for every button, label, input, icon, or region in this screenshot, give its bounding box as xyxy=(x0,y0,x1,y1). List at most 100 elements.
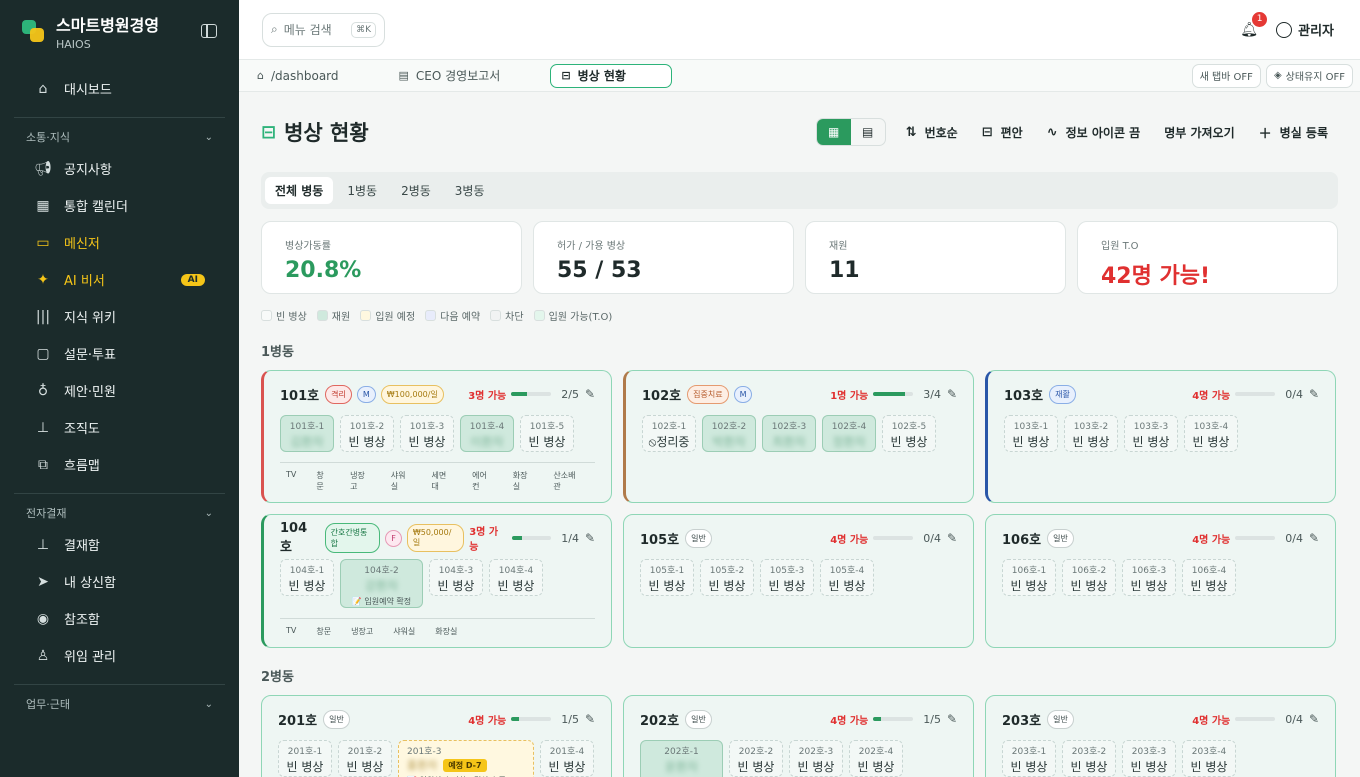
edit-pencil-icon[interactable]: ✎ xyxy=(1309,531,1319,545)
bed-list: 102호-1 ⦸정리중 102호-2 박환자 102호-3 최환자 102호-4 정환자 102… xyxy=(642,415,957,452)
ward-tab-1[interactable]: 1병동 xyxy=(337,177,387,204)
ward-tab-2[interactable]: 2병동 xyxy=(391,177,441,204)
legend-label: 재원 xyxy=(331,312,351,323)
bed-slot[interactable]: 104호-3 빈 병상 xyxy=(429,559,483,596)
bed-slot[interactable]: 202호-4 빈 병상 xyxy=(849,740,903,777)
import-roster-button[interactable]: 명부 가져오기 xyxy=(1154,116,1244,148)
sidebar-item-delegation[interactable]: ♙ 위임 관리 xyxy=(0,637,239,674)
bed-slot[interactable]: 106호-4 빈 병상 xyxy=(1182,559,1236,596)
room-card[interactable]: 104호 간호간병통합 F ₩50,000/일 3명 가능 1/4 ✎ 104호-1 빈 병상 1… xyxy=(261,514,612,648)
room-card[interactable]: 201호 일반 4명 가능 1/5 ✎ 201호-1 빈 병상 201호-2 빈 병상 201호-… xyxy=(261,695,612,777)
room-card[interactable]: 105호 일반 4명 가능 0/4 ✎ 105호-1 빈 병상 105호-2 빈 병상 105호-… xyxy=(623,514,974,648)
edit-pencil-icon[interactable]: ✎ xyxy=(585,531,595,545)
user-menu[interactable]: 관리자 xyxy=(1276,20,1334,39)
room-tag: 일반 xyxy=(1047,528,1074,548)
bed-slot[interactable]: 201호-3홍환자예정 D-7📝 입원상담 전환 · 김상담 중... xyxy=(398,740,534,777)
sidebar-item-approval-box[interactable]: ⊥ 결재함 xyxy=(0,526,239,563)
tab-label: CEO 경영보고서 xyxy=(415,69,501,83)
tab-bed-status[interactable]: ⊟ 병상 현황 xyxy=(550,63,673,88)
sidebar-item-calendar[interactable]: ▦ 통합 캘린더 xyxy=(0,187,239,224)
bed-slot[interactable]: 101호-1 김환자 xyxy=(280,415,334,452)
bed-slot[interactable]: 105호-4 빈 병상 xyxy=(820,559,874,596)
bed-slot[interactable]: 101호-3 빈 병상 xyxy=(400,415,454,452)
edit-pencil-icon[interactable]: ✎ xyxy=(947,387,957,401)
bed-slot[interactable]: 101호-2 빈 병상 xyxy=(340,415,394,452)
sidebar-item-messenger[interactable]: ▭ 메신저 xyxy=(0,224,239,261)
edit-pencil-icon[interactable]: ✎ xyxy=(1309,712,1319,726)
edit-pencil-icon[interactable]: ✎ xyxy=(947,712,957,726)
edit-pencil-icon[interactable]: ✎ xyxy=(585,387,595,401)
bed-slot[interactable]: 101호-4 이환자 xyxy=(460,415,514,452)
bed-slot[interactable]: 104호-1 빈 병상 xyxy=(280,559,334,596)
bed-slot[interactable]: 103호-2 빈 병상 xyxy=(1064,415,1118,452)
bed-slot[interactable]: 203호-1 빈 병상 xyxy=(1002,740,1056,777)
room-card[interactable]: 203호 일반 4명 가능 0/4 ✎ 203호-1 빈 병상 203호-2 빈 병상 203호-… xyxy=(985,695,1336,777)
sidebar-item-org-chart[interactable]: ⊥ 조직도 xyxy=(0,409,239,446)
sidebar-item-flow-map[interactable]: ⧉ 흐름맵 xyxy=(0,446,239,483)
room-card[interactable]: 202호일반4명 가능1/5✎202호-1윤환자📝 입원상담 전환202호-2빈… xyxy=(623,695,974,777)
bed-slot[interactable]: 203호-4 빈 병상 xyxy=(1182,740,1236,777)
room-header: 105호 일반 4명 가능 0/4 ✎ xyxy=(640,527,957,549)
bed-slot[interactable]: 202호-1윤환자📝 입원상담 전환 xyxy=(640,740,723,777)
tab-dashboard[interactable]: ⌂ /dashboard xyxy=(247,64,349,88)
bed-slot[interactable]: 101호-5 빈 병상 xyxy=(520,415,574,452)
bed-slot[interactable]: 102호-3 최환자 xyxy=(762,415,816,452)
bed-slot[interactable]: 102호-1 ⦸정리중 xyxy=(642,415,696,452)
edit-pencil-icon[interactable]: ✎ xyxy=(947,531,957,545)
grid-view-icon[interactable]: ▦ xyxy=(816,119,851,145)
sidebar-item-notices[interactable]: 📢︎ 공지사항 xyxy=(0,150,239,187)
bed-slot[interactable]: 105호-3 빈 병상 xyxy=(760,559,814,596)
bed-slot[interactable]: 105호-2 빈 병상 xyxy=(700,559,754,596)
ward-tab-3[interactable]: 3병동 xyxy=(445,177,495,204)
bed-slot[interactable]: 102호-4 정환자 xyxy=(822,415,876,452)
sidebar-item-reference-box[interactable]: ◉ 참조함 xyxy=(0,600,239,637)
info-icon-toggle[interactable]: ∿ 정보 아이콘 끔 xyxy=(1037,116,1151,148)
bed-slot[interactable]: 201호-4 빈 병상 xyxy=(540,740,594,777)
tab-ceo-report[interactable]: ▤ CEO 경영보고서 xyxy=(389,64,511,88)
keep-state-toggle[interactable]: ◈ 상태유지 OFF xyxy=(1265,63,1353,88)
bed-slot[interactable]: 106호-1 빈 병상 xyxy=(1002,559,1056,596)
sidebar-item-dashboard[interactable]: ⌂ 대시보드 xyxy=(0,70,239,107)
bed-slot[interactable]: 103호-1 빈 병상 xyxy=(1004,415,1058,452)
bed-slot[interactable]: 106호-3 빈 병상 xyxy=(1122,559,1176,596)
bed-slot[interactable]: 201호-2 빈 병상 xyxy=(338,740,392,777)
sidebar-item-wiki[interactable]: ||| 지식 위키 xyxy=(0,298,239,335)
section-header-communication[interactable]: 소통·지식 ⌄ xyxy=(0,124,239,150)
table-view-icon[interactable]: ▤ xyxy=(851,119,885,145)
section-header-approval[interactable]: 전자결재 ⌄ xyxy=(0,500,239,526)
bed-slot[interactable]: 104호-4 빈 병상 xyxy=(489,559,543,596)
room-card[interactable]: 101호 격리 M ₩100,000/일 3명 가능 2/5 ✎ 101호-1 김환자 101호-… xyxy=(261,370,612,503)
edit-button[interactable]: ⊟ 편안 xyxy=(972,116,1033,148)
sidebar-item-survey[interactable]: ▢ 설문·투표 xyxy=(0,335,239,372)
section-header-work[interactable]: 업무·근태 ⌄ xyxy=(0,691,239,717)
bed-slot[interactable]: 103호-3 빈 병상 xyxy=(1124,415,1178,452)
bed-list: 104호-1 빈 병상 104호-2 강환자 📝 입원예약 확정 104호-3 빈 병상 10… xyxy=(280,559,595,608)
room-card[interactable]: 103호 재활 4명 가능 0/4 ✎ 103호-1 빈 병상 103호-2 빈 병상 103호-… xyxy=(985,370,1336,503)
bed-slot[interactable]: 102호-5 빈 병상 xyxy=(882,415,936,452)
bed-status: ⦸정리중 xyxy=(648,435,690,449)
bed-slot[interactable]: 102호-2 박환자 xyxy=(702,415,756,452)
bed-slot[interactable]: 103호-4 빈 병상 xyxy=(1184,415,1238,452)
add-room-button[interactable]: ＋ 병실 등록 xyxy=(1249,116,1338,148)
room-card[interactable]: 106호 일반 4명 가능 0/4 ✎ 106호-1 빈 병상 106호-2 빈 병상 106호-… xyxy=(985,514,1336,648)
bed-slot[interactable]: 202호-2 빈 병상 xyxy=(729,740,783,777)
edit-pencil-icon[interactable]: ✎ xyxy=(585,712,595,726)
bed-slot[interactable]: 105호-1 빈 병상 xyxy=(640,559,694,596)
bed-slot[interactable]: 201호-1 빈 병상 xyxy=(278,740,332,777)
new-tab-toggle[interactable]: 새 탭바 OFF xyxy=(1191,63,1261,88)
bed-slot[interactable]: 104호-2 강환자 📝 입원예약 확정 xyxy=(340,559,423,608)
ward-tab-all[interactable]: 전체 병동 xyxy=(265,177,334,204)
sidebar-item-my-submissions[interactable]: ➤ 내 상신함 xyxy=(0,563,239,600)
room-card[interactable]: 102호 집중치료 M 1명 가능 3/4 ✎ 102호-1 ⦸정리중 102호-2 박환자 102… xyxy=(623,370,974,503)
sort-button[interactable]: ⇅ 번호순 xyxy=(896,116,968,148)
sidebar-collapse-icon[interactable] xyxy=(201,24,217,38)
bed-slot[interactable]: 203호-3 빈 병상 xyxy=(1122,740,1176,777)
bell-icon[interactable]: 🔔︎ 1 xyxy=(1240,11,1268,39)
menu-search[interactable]: ⌕ 메뉴 검색 ⌘K xyxy=(262,12,385,47)
sidebar-item-ai-assistant[interactable]: ✦ AI 비서 AI xyxy=(0,261,239,298)
bed-slot[interactable]: 106호-2 빈 병상 xyxy=(1062,559,1116,596)
sidebar-item-suggestions[interactable]: ♁ 제안·민원 xyxy=(0,372,239,409)
bed-slot[interactable]: 203호-2 빈 병상 xyxy=(1062,740,1116,777)
bed-slot[interactable]: 202호-3 빈 병상 xyxy=(789,740,843,777)
edit-pencil-icon[interactable]: ✎ xyxy=(1309,387,1319,401)
